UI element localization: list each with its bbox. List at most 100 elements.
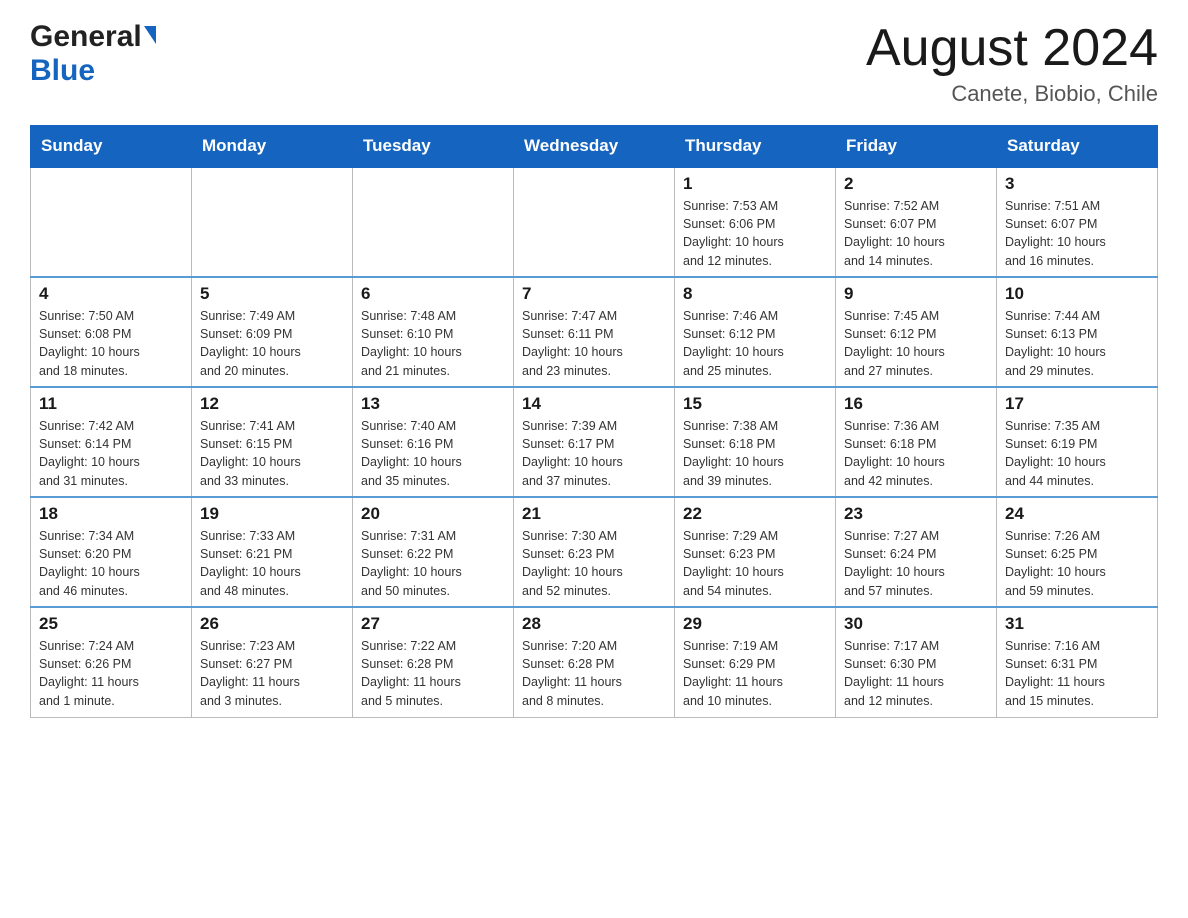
day-info: Sunrise: 7:16 AM Sunset: 6:31 PM Dayligh… xyxy=(1005,637,1149,710)
day-info: Sunrise: 7:45 AM Sunset: 6:12 PM Dayligh… xyxy=(844,307,988,380)
calendar-week-row: 1 Sunrise: 7:53 AM Sunset: 6:06 PM Daylig… xyxy=(31,167,1158,277)
day-info: Sunrise: 7:42 AM Sunset: 6:14 PM Dayligh… xyxy=(39,417,183,490)
calendar-cell: 6 Sunrise: 7:48 AM Sunset: 6:10 PM Daylig… xyxy=(353,277,514,387)
day-info: Sunrise: 7:17 AM Sunset: 6:30 PM Dayligh… xyxy=(844,637,988,710)
day-number: 12 xyxy=(200,394,344,414)
day-info: Sunrise: 7:20 AM Sunset: 6:28 PM Dayligh… xyxy=(522,637,666,710)
day-number: 26 xyxy=(200,614,344,634)
day-info: Sunrise: 7:27 AM Sunset: 6:24 PM Dayligh… xyxy=(844,527,988,600)
day-number: 25 xyxy=(39,614,183,634)
day-info: Sunrise: 7:38 AM Sunset: 6:18 PM Dayligh… xyxy=(683,417,827,490)
day-info: Sunrise: 7:19 AM Sunset: 6:29 PM Dayligh… xyxy=(683,637,827,710)
day-number: 17 xyxy=(1005,394,1149,414)
header: General Blue August 2024 Canete, Biobio,… xyxy=(30,20,1158,107)
calendar-title: August 2024 xyxy=(866,20,1158,77)
day-number: 20 xyxy=(361,504,505,524)
day-info: Sunrise: 7:44 AM Sunset: 6:13 PM Dayligh… xyxy=(1005,307,1149,380)
calendar-cell: 19 Sunrise: 7:33 AM Sunset: 6:21 PM Dayli… xyxy=(192,497,353,607)
day-info: Sunrise: 7:53 AM Sunset: 6:06 PM Dayligh… xyxy=(683,197,827,270)
calendar-week-row: 4 Sunrise: 7:50 AM Sunset: 6:08 PM Daylig… xyxy=(31,277,1158,387)
calendar-cell: 1 Sunrise: 7:53 AM Sunset: 6:06 PM Daylig… xyxy=(675,167,836,277)
weekday-header-row: SundayMondayTuesdayWednesdayThursdayFrid… xyxy=(31,126,1158,168)
calendar-cell: 30 Sunrise: 7:17 AM Sunset: 6:30 PM Dayli… xyxy=(836,607,997,717)
calendar-cell: 22 Sunrise: 7:29 AM Sunset: 6:23 PM Dayli… xyxy=(675,497,836,607)
day-info: Sunrise: 7:46 AM Sunset: 6:12 PM Dayligh… xyxy=(683,307,827,380)
weekday-header-sunday: Sunday xyxy=(31,126,192,168)
day-number: 10 xyxy=(1005,284,1149,304)
day-number: 1 xyxy=(683,174,827,194)
day-number: 9 xyxy=(844,284,988,304)
calendar-cell: 16 Sunrise: 7:36 AM Sunset: 6:18 PM Dayli… xyxy=(836,387,997,497)
day-number: 7 xyxy=(522,284,666,304)
calendar-cell: 26 Sunrise: 7:23 AM Sunset: 6:27 PM Dayli… xyxy=(192,607,353,717)
calendar-cell: 21Sunrise: 7:30 AM Sunset: 6:23 PM Dayli… xyxy=(514,497,675,607)
day-number: 6 xyxy=(361,284,505,304)
calendar-cell: 24Sunrise: 7:26 AM Sunset: 6:25 PM Dayli… xyxy=(997,497,1158,607)
title-area: August 2024 Canete, Biobio, Chile xyxy=(866,20,1158,107)
weekday-header-monday: Monday xyxy=(192,126,353,168)
calendar-cell: 28 Sunrise: 7:20 AM Sunset: 6:28 PM Dayli… xyxy=(514,607,675,717)
day-number: 28 xyxy=(522,614,666,634)
calendar-cell: 7 Sunrise: 7:47 AM Sunset: 6:11 PM Daylig… xyxy=(514,277,675,387)
calendar-week-row: 11 Sunrise: 7:42 AM Sunset: 6:14 PM Dayli… xyxy=(31,387,1158,497)
calendar-cell: 3Sunrise: 7:51 AM Sunset: 6:07 PM Daylig… xyxy=(997,167,1158,277)
calendar-cell xyxy=(514,167,675,277)
day-info: Sunrise: 7:40 AM Sunset: 6:16 PM Dayligh… xyxy=(361,417,505,490)
day-number: 2 xyxy=(844,174,988,194)
day-info: Sunrise: 7:34 AM Sunset: 6:20 PM Dayligh… xyxy=(39,527,183,600)
weekday-header-friday: Friday xyxy=(836,126,997,168)
day-number: 31 xyxy=(1005,614,1149,634)
day-info: Sunrise: 7:29 AM Sunset: 6:23 PM Dayligh… xyxy=(683,527,827,600)
calendar-cell: 29Sunrise: 7:19 AM Sunset: 6:29 PM Dayli… xyxy=(675,607,836,717)
day-number: 4 xyxy=(39,284,183,304)
logo: General Blue xyxy=(30,20,156,88)
day-number: 30 xyxy=(844,614,988,634)
calendar-cell: 11 Sunrise: 7:42 AM Sunset: 6:14 PM Dayli… xyxy=(31,387,192,497)
calendar-cell: 23 Sunrise: 7:27 AM Sunset: 6:24 PM Dayli… xyxy=(836,497,997,607)
day-info: Sunrise: 7:39 AM Sunset: 6:17 PM Dayligh… xyxy=(522,417,666,490)
day-info: Sunrise: 7:47 AM Sunset: 6:11 PM Dayligh… xyxy=(522,307,666,380)
day-info: Sunrise: 7:48 AM Sunset: 6:10 PM Dayligh… xyxy=(361,307,505,380)
calendar-cell xyxy=(192,167,353,277)
calendar-week-row: 25 Sunrise: 7:24 AM Sunset: 6:26 PM Dayli… xyxy=(31,607,1158,717)
day-info: Sunrise: 7:22 AM Sunset: 6:28 PM Dayligh… xyxy=(361,637,505,710)
calendar-cell: 9 Sunrise: 7:45 AM Sunset: 6:12 PM Daylig… xyxy=(836,277,997,387)
logo-general-text: General xyxy=(30,20,142,54)
calendar-cell: 8Sunrise: 7:46 AM Sunset: 6:12 PM Daylig… xyxy=(675,277,836,387)
day-number: 27 xyxy=(361,614,505,634)
calendar-cell xyxy=(31,167,192,277)
calendar-week-row: 18Sunrise: 7:34 AM Sunset: 6:20 PM Dayli… xyxy=(31,497,1158,607)
day-number: 5 xyxy=(200,284,344,304)
day-number: 11 xyxy=(39,394,183,414)
calendar-cell: 18Sunrise: 7:34 AM Sunset: 6:20 PM Dayli… xyxy=(31,497,192,607)
day-info: Sunrise: 7:52 AM Sunset: 6:07 PM Dayligh… xyxy=(844,197,988,270)
calendar-cell: 14 Sunrise: 7:39 AM Sunset: 6:17 PM Dayli… xyxy=(514,387,675,497)
day-info: Sunrise: 7:30 AM Sunset: 6:23 PM Dayligh… xyxy=(522,527,666,600)
calendar-cell: 2 Sunrise: 7:52 AM Sunset: 6:07 PM Daylig… xyxy=(836,167,997,277)
calendar-cell: 27 Sunrise: 7:22 AM Sunset: 6:28 PM Dayli… xyxy=(353,607,514,717)
day-info: Sunrise: 7:24 AM Sunset: 6:26 PM Dayligh… xyxy=(39,637,183,710)
day-info: Sunrise: 7:50 AM Sunset: 6:08 PM Dayligh… xyxy=(39,307,183,380)
calendar-cell: 12 Sunrise: 7:41 AM Sunset: 6:15 PM Dayli… xyxy=(192,387,353,497)
day-number: 13 xyxy=(361,394,505,414)
day-number: 16 xyxy=(844,394,988,414)
calendar-cell: 4 Sunrise: 7:50 AM Sunset: 6:08 PM Daylig… xyxy=(31,277,192,387)
day-info: Sunrise: 7:51 AM Sunset: 6:07 PM Dayligh… xyxy=(1005,197,1149,270)
calendar-cell: 13 Sunrise: 7:40 AM Sunset: 6:16 PM Dayli… xyxy=(353,387,514,497)
day-info: Sunrise: 7:23 AM Sunset: 6:27 PM Dayligh… xyxy=(200,637,344,710)
calendar-cell: 31 Sunrise: 7:16 AM Sunset: 6:31 PM Dayli… xyxy=(997,607,1158,717)
day-number: 22 xyxy=(683,504,827,524)
day-info: Sunrise: 7:33 AM Sunset: 6:21 PM Dayligh… xyxy=(200,527,344,600)
calendar-cell: 20Sunrise: 7:31 AM Sunset: 6:22 PM Dayli… xyxy=(353,497,514,607)
day-number: 14 xyxy=(522,394,666,414)
weekday-header-saturday: Saturday xyxy=(997,126,1158,168)
calendar-subtitle: Canete, Biobio, Chile xyxy=(866,81,1158,107)
calendar-cell: 25 Sunrise: 7:24 AM Sunset: 6:26 PM Dayli… xyxy=(31,607,192,717)
weekday-header-thursday: Thursday xyxy=(675,126,836,168)
day-info: Sunrise: 7:36 AM Sunset: 6:18 PM Dayligh… xyxy=(844,417,988,490)
day-info: Sunrise: 7:35 AM Sunset: 6:19 PM Dayligh… xyxy=(1005,417,1149,490)
day-number: 19 xyxy=(200,504,344,524)
day-info: Sunrise: 7:41 AM Sunset: 6:15 PM Dayligh… xyxy=(200,417,344,490)
day-number: 23 xyxy=(844,504,988,524)
weekday-header-wednesday: Wednesday xyxy=(514,126,675,168)
